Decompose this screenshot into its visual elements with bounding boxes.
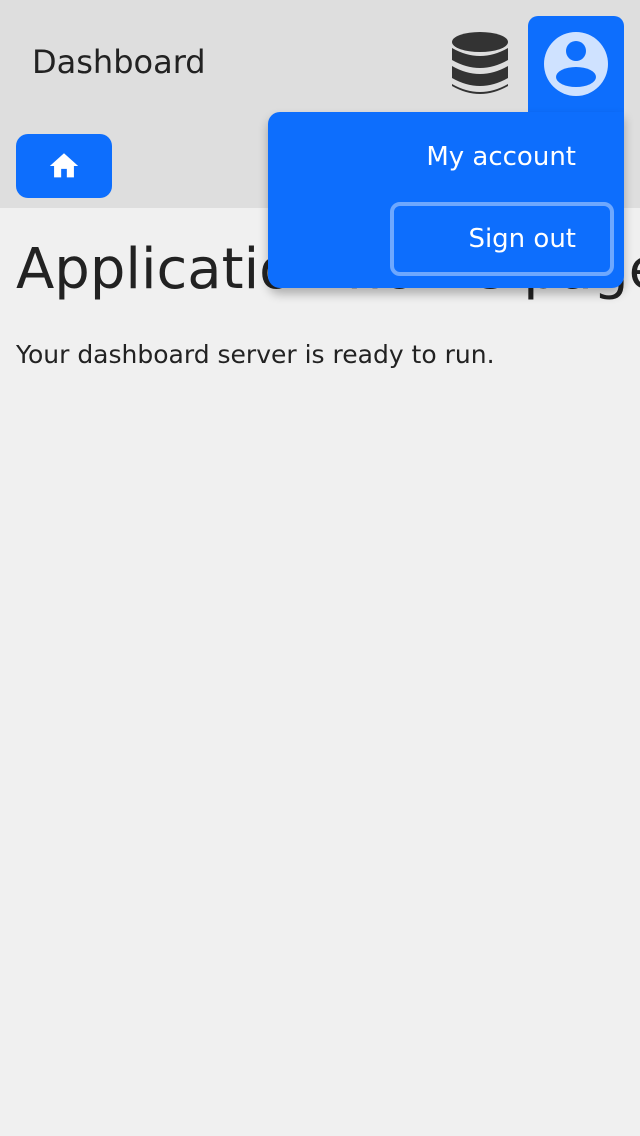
account-circle-icon xyxy=(544,32,608,96)
user-dropdown-menu: My account Sign out xyxy=(268,112,624,288)
home-button[interactable] xyxy=(16,134,112,198)
home-icon xyxy=(49,153,79,178)
sign-out-menu-item[interactable]: Sign out xyxy=(390,202,614,276)
app-title: Dashboard xyxy=(32,43,206,81)
database-icon[interactable] xyxy=(450,30,510,98)
user-menu-button[interactable] xyxy=(528,16,624,126)
my-account-menu-item[interactable]: My account xyxy=(390,120,614,194)
page-description: Your dashboard server is ready to run. xyxy=(16,340,495,369)
